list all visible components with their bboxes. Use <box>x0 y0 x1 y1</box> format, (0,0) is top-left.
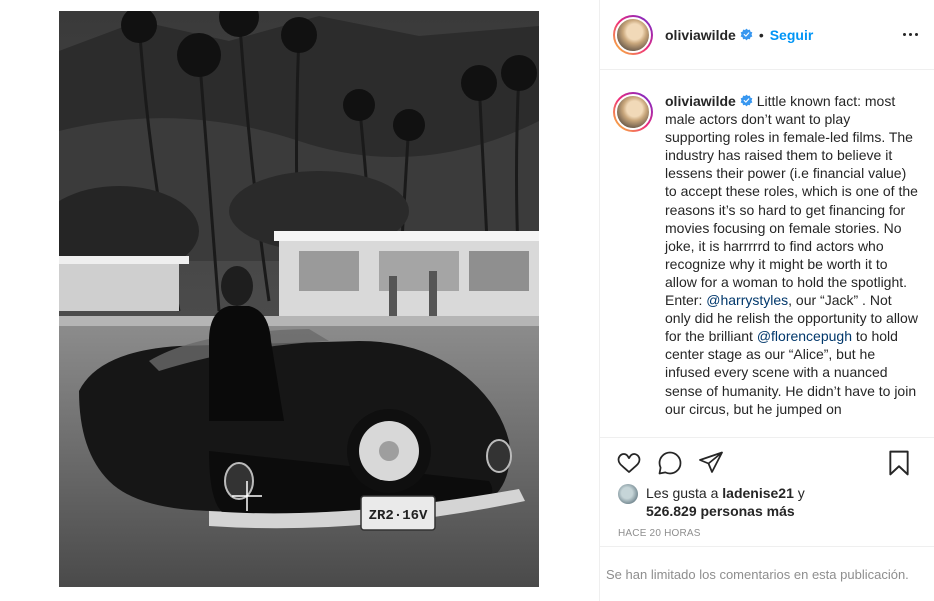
header-username[interactable]: oliviawilde <box>665 27 736 43</box>
like-heart-icon[interactable] <box>613 447 645 479</box>
caption-area: oliviawilde Little known fact: most male… <box>600 71 934 437</box>
verified-badge-icon <box>740 28 753 41</box>
follow-button[interactable]: Seguir <box>770 27 814 43</box>
comment-bubble-icon[interactable] <box>654 447 686 479</box>
photo-panel: ZR2·16V <box>0 0 599 601</box>
liker-username[interactable]: ladenise21 <box>722 485 794 501</box>
caption-username[interactable]: oliviawilde <box>665 93 736 109</box>
mention-florencepugh[interactable]: @florencepugh <box>757 328 852 344</box>
likes-prefix: Les gusta a <box>646 485 723 501</box>
more-options-icon[interactable] <box>899 24 921 44</box>
verified-badge-icon <box>740 94 753 107</box>
liker-avatar[interactable] <box>618 484 638 504</box>
post-sidebar: oliviawilde • Seguir oliviawilde Little … <box>599 0 934 601</box>
likes-count[interactable]: 526.829 personas más <box>646 503 795 519</box>
caption-text: oliviawilde Little known fact: most male… <box>665 92 919 437</box>
share-paper-plane-icon[interactable] <box>695 447 727 479</box>
post-header: oliviawilde • Seguir <box>600 0 934 70</box>
avatar[interactable] <box>613 14 653 55</box>
post-photo[interactable]: ZR2·16V <box>59 11 539 587</box>
post-photo-image: ZR2·16V <box>59 11 539 587</box>
save-bookmark-icon[interactable] <box>883 447 915 479</box>
caption-part-1: Little known fact: most male actors don’… <box>665 93 918 309</box>
separator-dot: • <box>758 26 764 43</box>
likes-summary: Les gusta a ladenise21 y 526.829 persona… <box>618 484 805 520</box>
comments-limited-notice: Se han limitado los comentarios en esta … <box>600 546 934 601</box>
mention-harrystyles[interactable]: @harrystyles <box>706 292 788 308</box>
action-bar <box>600 437 934 488</box>
likes-connector: y <box>793 485 805 501</box>
post-timestamp[interactable]: Hace 20 horas <box>618 528 701 539</box>
license-plate-text: ZR2·16V <box>369 508 428 524</box>
instagram-post: ZR2·16V oliviawilde • Seguir oliviawilde… <box>0 0 934 601</box>
caption-avatar[interactable] <box>613 92 653 132</box>
